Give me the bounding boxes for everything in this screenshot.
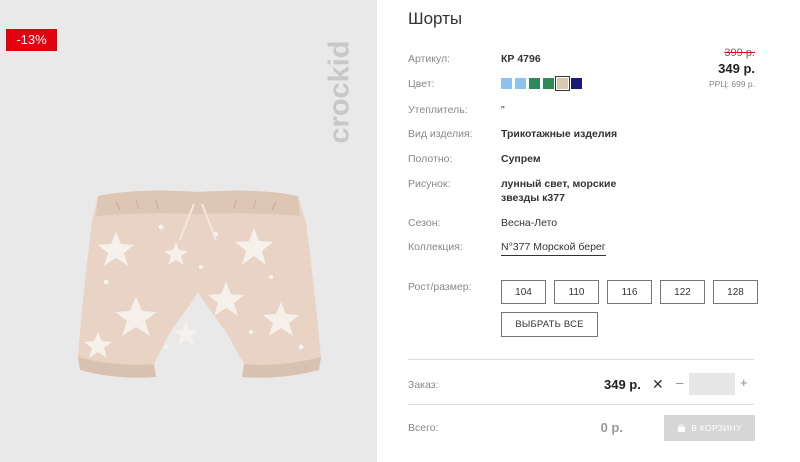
fabric-label: Полотно: xyxy=(408,153,453,165)
divider xyxy=(408,404,754,405)
cart-icon xyxy=(678,423,686,432)
increase-quantity-button[interactable]: + xyxy=(740,375,748,390)
divider xyxy=(408,359,754,360)
total-label: Всего: xyxy=(408,422,439,434)
product-image-panel[interactable]: -13% crockid xyxy=(0,0,377,462)
insulation-value: " xyxy=(501,104,505,116)
pattern-value-line1: лунный свет, морские xyxy=(501,178,617,190)
size-button[interactable]: 116 xyxy=(607,280,652,304)
color-swatches xyxy=(501,76,582,91)
color-swatch[interactable] xyxy=(515,78,526,89)
type-label: Вид изделия: xyxy=(408,128,473,140)
insulation-label: Утеплитель: xyxy=(408,104,468,116)
size-label: Рост/размер: xyxy=(408,281,472,293)
size-options: 104 110 116 122 128 xyxy=(501,280,758,304)
article-value: КР 4796 xyxy=(501,53,541,65)
decrease-quantity-button[interactable]: – xyxy=(676,375,683,390)
color-swatch[interactable] xyxy=(529,78,540,89)
article-label: Артикул: xyxy=(408,53,451,65)
color-swatch[interactable] xyxy=(501,78,512,89)
color-label: Цвет: xyxy=(408,78,435,90)
size-button[interactable]: 122 xyxy=(660,280,705,304)
size-button[interactable]: 110 xyxy=(554,280,599,304)
type-value: Трикотажные изделия xyxy=(501,128,618,140)
rrp-price: РРЦ: 699 р. xyxy=(709,79,755,89)
season-label: Сезон: xyxy=(408,217,441,229)
product-photo xyxy=(78,190,321,378)
size-button[interactable]: 128 xyxy=(713,280,758,304)
product-title: Шорты xyxy=(408,9,463,28)
add-to-cart-button[interactable]: В КОРЗИНУ xyxy=(664,415,755,441)
fabric-value: Супрем xyxy=(501,153,541,165)
brand-logo: crockid xyxy=(324,40,356,143)
quantity-input[interactable] xyxy=(689,373,735,395)
pattern-label: Рисунок: xyxy=(408,178,451,190)
size-button[interactable]: 104 xyxy=(501,280,546,304)
add-to-cart-label: В КОРЗИНУ xyxy=(691,423,742,433)
collection-link[interactable]: N°377 Морской берег xyxy=(501,241,606,256)
select-all-button[interactable]: ВЫБРАТЬ ВСЕ xyxy=(501,312,598,337)
svg-text:crockid: crockid xyxy=(324,40,356,143)
color-swatch-selected[interactable] xyxy=(555,76,570,91)
total-value: 0 р. xyxy=(600,420,623,435)
multiply-icon: ✕ xyxy=(652,376,664,392)
collection-label: Коллекция: xyxy=(408,241,463,253)
current-price: 349 р. xyxy=(718,61,755,76)
order-price: 349 р. xyxy=(604,377,641,392)
order-label: Заказ: xyxy=(408,379,439,391)
color-swatch[interactable] xyxy=(543,78,554,89)
old-price: 399 р. xyxy=(724,47,755,59)
discount-badge: -13% xyxy=(6,29,57,51)
season-value: Весна-Лето xyxy=(501,217,558,229)
pattern-value-line2: звезды к377 xyxy=(501,192,565,204)
color-swatch[interactable] xyxy=(571,78,582,89)
